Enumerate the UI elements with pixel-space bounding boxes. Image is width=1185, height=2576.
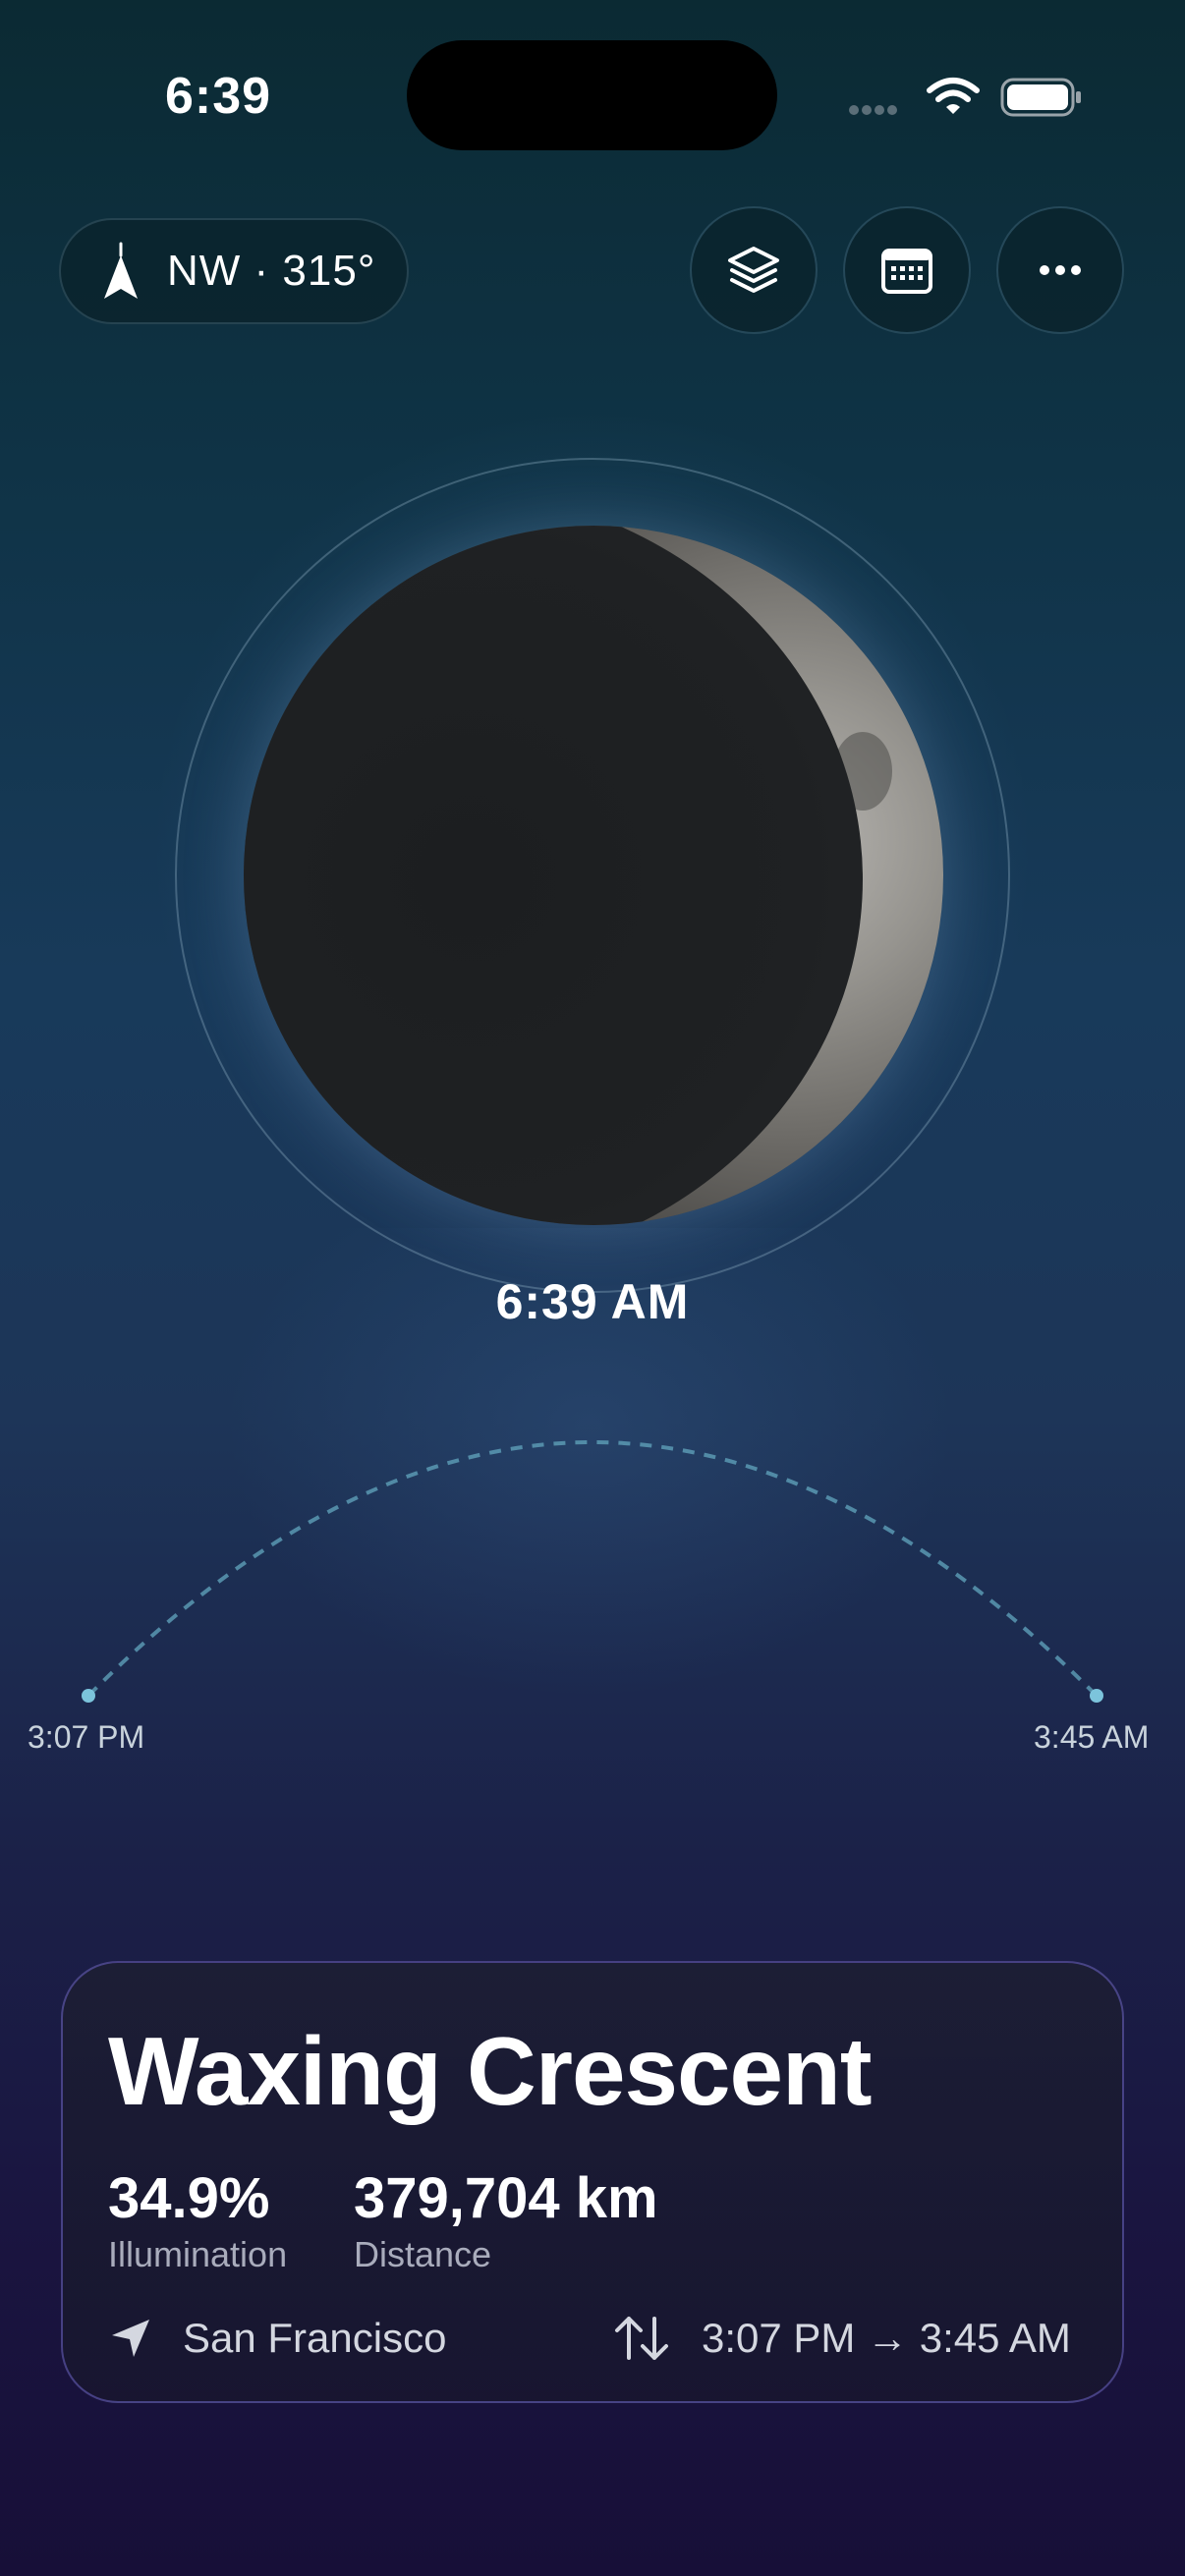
more-button[interactable] xyxy=(996,206,1124,334)
calendar-button[interactable] xyxy=(843,206,971,334)
layers-button[interactable] xyxy=(690,206,818,334)
moon-image[interactable] xyxy=(244,526,943,1225)
more-icon xyxy=(1040,265,1081,275)
moonrise-time-label: 3:07 PM xyxy=(28,1719,145,1755)
wifi-icon xyxy=(927,78,980,114)
home-indicator[interactable] xyxy=(417,2539,768,2552)
moonset-time-label: 3:45 AM xyxy=(1034,1719,1150,1755)
dynamic-island xyxy=(407,40,777,150)
compass-direction-button[interactable]: NW · 315° xyxy=(59,218,409,324)
distance-value: 379,704 km xyxy=(354,2166,658,2230)
distance-label: Distance xyxy=(354,2234,492,2274)
battery-icon xyxy=(1000,78,1081,117)
moonset-dot xyxy=(1090,1689,1103,1703)
status-time: 6:39 xyxy=(165,68,272,125)
moonrise-dot xyxy=(82,1689,95,1703)
compass-arrow-icon xyxy=(104,242,138,299)
calendar-icon xyxy=(881,249,932,294)
moon-info-card[interactable]: Waxing Crescent 34.9% Illumination 379,7… xyxy=(61,1961,1124,2403)
cellular-signal-icon xyxy=(849,102,906,116)
compass-label: NW · 315° xyxy=(167,247,376,295)
location-row[interactable]: San Francisco xyxy=(108,2309,446,2368)
layers-icon xyxy=(728,247,779,293)
illumination-value: 34.9% xyxy=(108,2166,270,2230)
moon-path-arc xyxy=(82,1440,1103,1703)
rise-set-times-row: 3:07 PM → 3:45 AM xyxy=(611,2309,1071,2368)
location-name: San Francisco xyxy=(183,2315,447,2361)
moon-current-time: 6:39 AM xyxy=(495,1274,690,1329)
rise-set-times: 3:07 PM → 3:45 AM xyxy=(702,2315,1071,2361)
illumination-label: Illumination xyxy=(108,2234,288,2274)
moon-phase-title: Waxing Crescent xyxy=(108,2017,872,2125)
location-arrow-icon xyxy=(112,2320,149,2357)
rise-set-arrows-icon xyxy=(615,2317,668,2360)
